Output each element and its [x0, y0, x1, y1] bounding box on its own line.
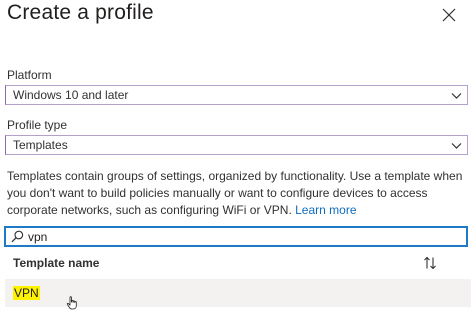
template-search[interactable]	[4, 226, 468, 247]
learn-more-link[interactable]: Learn more	[295, 203, 356, 217]
chevron-down-icon	[451, 90, 462, 101]
column-header-template-name[interactable]: Template name	[13, 256, 99, 270]
profile-type-dropdown[interactable]: Templates	[5, 135, 468, 155]
sort-icon[interactable]	[423, 256, 437, 270]
chevron-down-icon	[451, 140, 462, 151]
search-input[interactable]	[28, 228, 448, 245]
search-icon	[11, 230, 24, 243]
profile-type-label: Profile type	[7, 118, 68, 132]
table-header: Template name	[5, 250, 471, 276]
platform-dropdown[interactable]: Windows 10 and later	[5, 85, 468, 105]
platform-label: Platform	[7, 68, 52, 82]
template-name-cell[interactable]: VPN	[13, 286, 40, 300]
table-row[interactable]: VPN	[5, 279, 471, 310]
templates-description: Templates contain groups of settings, or…	[7, 168, 467, 219]
panel-title: Create a profile	[7, 1, 154, 24]
profile-type-value: Templates	[13, 138, 68, 152]
close-icon	[440, 6, 458, 24]
hand-pointer-icon	[66, 296, 78, 310]
description-text: Templates contain groups of settings, or…	[7, 169, 463, 217]
platform-value: Windows 10 and later	[13, 88, 129, 102]
close-button[interactable]	[440, 6, 458, 24]
